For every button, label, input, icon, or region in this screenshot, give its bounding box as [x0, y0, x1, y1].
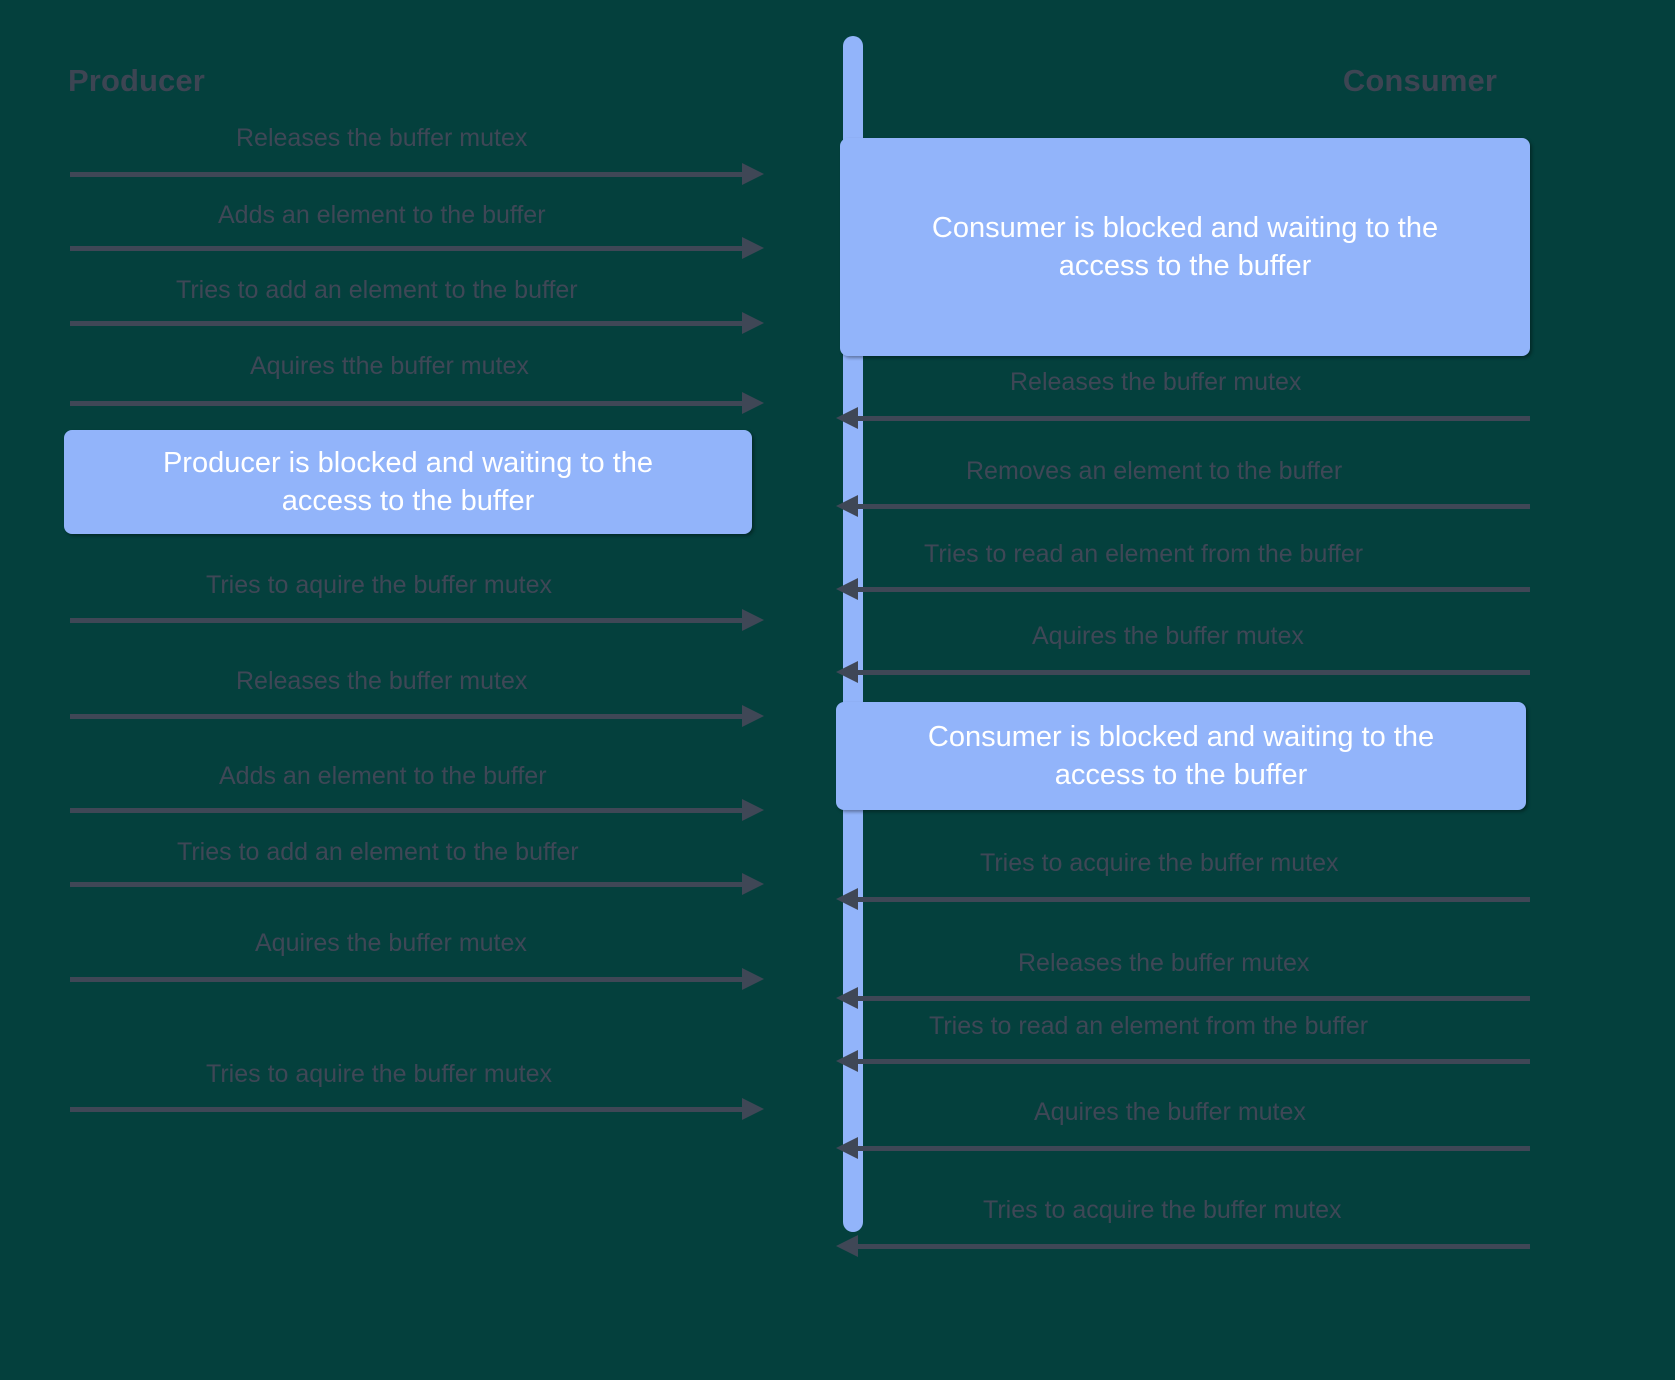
- consumer-message-1-label: Releases the buffer mutex: [1010, 368, 1302, 396]
- consumer-blocked-box-mid: Consumer is blocked and waiting to the a…: [836, 702, 1526, 810]
- producer-message-10-arrowhead: [742, 1098, 764, 1120]
- consumer-message-5-shaft: [858, 897, 1530, 902]
- consumer-message-6-shaft: [858, 996, 1530, 1001]
- producer-message-2-shaft: [70, 246, 742, 251]
- producer-message-1-arrowhead: [742, 163, 764, 185]
- producer-message-6-arrowhead: [742, 705, 764, 727]
- producer-lane-title: Producer: [68, 63, 205, 98]
- producer-blocked-line-1: Producer is blocked and waiting to the: [162, 446, 654, 479]
- consumer-blocked-top-line-2: access to the buffer: [1058, 250, 1312, 282]
- consumer-message-6-arrowhead: [836, 987, 858, 1009]
- consumer-message-7-label: Tries to read an element from the buffer: [929, 1012, 1369, 1040]
- consumer-lane-title: Consumer: [1342, 63, 1497, 98]
- consumer-message-1-shaft: [858, 416, 1530, 421]
- producer-message-6-label: Releases the buffer mutex: [236, 667, 528, 695]
- consumer-message-9-label: Tries to acquire the buffer mutex: [983, 1196, 1342, 1224]
- producer-message-4-label: Aquires tthe buffer mutex: [250, 352, 529, 380]
- producer-message-9-arrowhead: [742, 968, 764, 990]
- consumer-blocked-top-line-1: Consumer is blocked and waiting to the: [931, 211, 1439, 244]
- consumer-message-7-shaft: [858, 1059, 1530, 1064]
- consumer-message-3-shaft: [858, 587, 1530, 592]
- sequence-diagram: Producer Consumer Releases the buffer mu…: [0, 0, 1675, 1380]
- consumer-blocked-box-top: Consumer is blocked and waiting to the a…: [840, 138, 1530, 356]
- producer-message-1-shaft: [70, 172, 742, 177]
- producer-message-2-arrowhead: [742, 237, 764, 259]
- producer-message-2-label: Adds an element to the buffer: [218, 201, 546, 229]
- consumer-message-1-arrowhead: [836, 407, 858, 429]
- producer-blocked-box-text: Producer is blocked and waiting to the a…: [163, 444, 653, 521]
- producer-message-8-shaft: [70, 882, 742, 887]
- consumer-message-3-label: Tries to read an element from the buffer: [924, 540, 1364, 568]
- producer-message-6-shaft: [70, 714, 742, 719]
- consumer-message-8-arrowhead: [836, 1137, 858, 1159]
- consumer-message-8-label: Aquires the buffer mutex: [1034, 1098, 1306, 1126]
- consumer-message-7-arrowhead: [836, 1050, 858, 1072]
- consumer-message-3-arrowhead: [836, 578, 858, 600]
- consumer-message-9-shaft: [858, 1244, 1530, 1249]
- producer-blocked-line-2: access to the buffer: [281, 485, 535, 517]
- producer-message-5-shaft: [70, 618, 742, 623]
- consumer-message-5-arrowhead: [836, 888, 858, 910]
- producer-message-5-label: Tries to aquire the buffer mutex: [206, 571, 553, 599]
- producer-message-9-label: Aquires the buffer mutex: [255, 929, 527, 957]
- producer-message-4-shaft: [70, 401, 742, 406]
- consumer-blocked-mid-line-1: Consumer is blocked and waiting to the: [927, 720, 1435, 753]
- consumer-message-2-label: Removes an element to the buffer: [966, 457, 1343, 485]
- consumer-blocked-mid-line-2: access to the buffer: [1054, 759, 1308, 791]
- producer-message-3-label: Tries to add an element to the buffer: [176, 276, 578, 304]
- consumer-message-6-label: Releases the buffer mutex: [1018, 949, 1310, 977]
- producer-message-8-arrowhead: [742, 873, 764, 895]
- consumer-message-4-shaft: [858, 670, 1530, 675]
- consumer-message-8-shaft: [858, 1146, 1530, 1151]
- producer-message-7-shaft: [70, 808, 742, 813]
- producer-message-1-label: Releases the buffer mutex: [236, 124, 528, 152]
- producer-message-3-shaft: [70, 321, 742, 326]
- consumer-message-4-label: Aquires the buffer mutex: [1032, 622, 1304, 650]
- consumer-blocked-box-top-text: Consumer is blocked and waiting to the a…: [932, 209, 1438, 286]
- producer-message-9-shaft: [70, 977, 742, 982]
- producer-message-7-label: Adds an element to the buffer: [219, 762, 547, 790]
- producer-message-5-arrowhead: [742, 609, 764, 631]
- producer-message-3-arrowhead: [742, 312, 764, 334]
- consumer-blocked-box-mid-text: Consumer is blocked and waiting to the a…: [928, 718, 1434, 795]
- consumer-message-4-arrowhead: [836, 661, 858, 683]
- producer-message-10-shaft: [70, 1107, 742, 1112]
- producer-message-7-arrowhead: [742, 799, 764, 821]
- producer-blocked-box: Producer is blocked and waiting to the a…: [64, 430, 752, 534]
- producer-message-8-label: Tries to add an element to the buffer: [177, 838, 579, 866]
- consumer-message-2-shaft: [858, 504, 1530, 509]
- consumer-message-5-label: Tries to acquire the buffer mutex: [980, 849, 1339, 877]
- producer-message-10-label: Tries to aquire the buffer mutex: [206, 1060, 553, 1088]
- consumer-message-2-arrowhead: [836, 495, 858, 517]
- consumer-message-9-arrowhead: [836, 1235, 858, 1257]
- producer-message-4-arrowhead: [742, 392, 764, 414]
